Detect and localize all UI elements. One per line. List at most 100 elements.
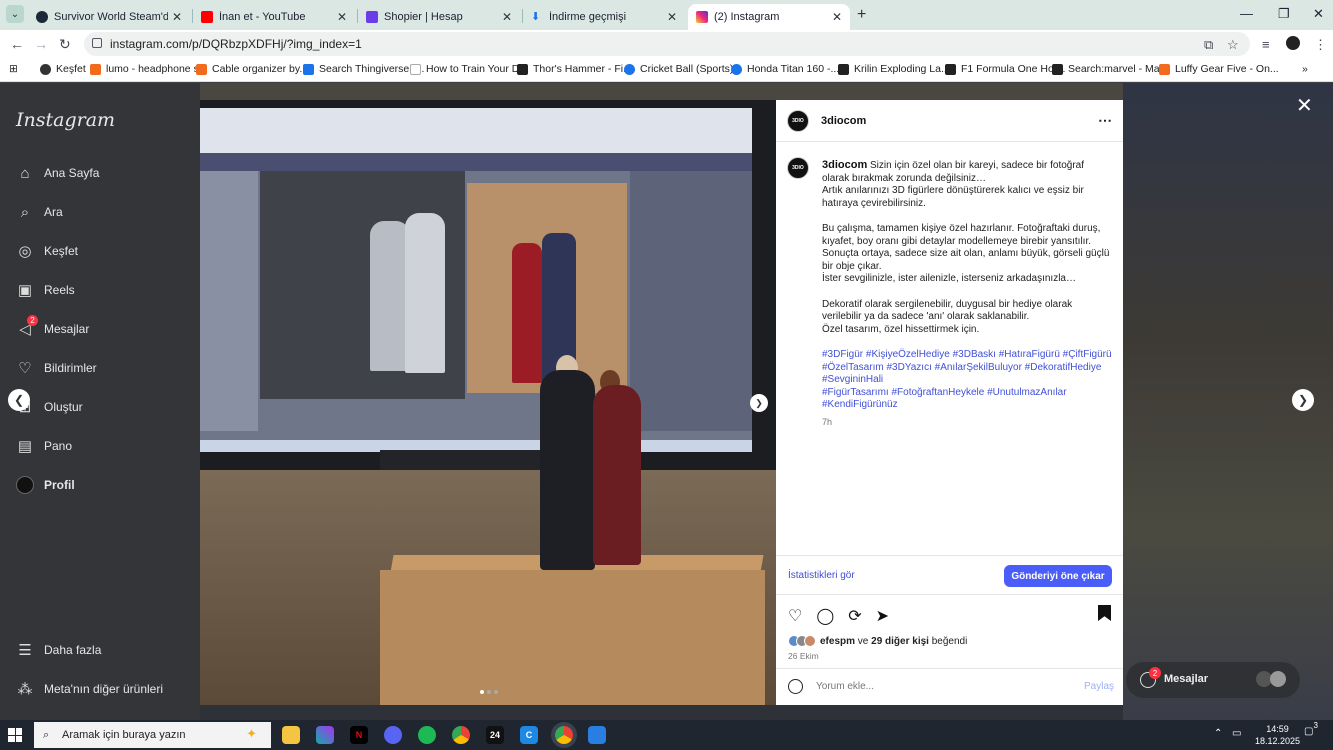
tab-youtube[interactable]: İnan et - YouTube ✕: [193, 4, 355, 30]
caption-avatar[interactable]: 3DIO: [787, 157, 809, 179]
browser-window: ⌄ Survivor World Steam'de ✕ İnan et - Yo…: [0, 0, 1333, 720]
bookmark-item[interactable]: Keşfet: [40, 63, 86, 75]
bookmarks-overflow-icon[interactable]: »: [1302, 63, 1308, 75]
save-bookmark-icon[interactable]: [1098, 605, 1111, 621]
bookmark-item[interactable]: Luffy Gear Five - On...: [1159, 63, 1279, 75]
bookmark-label: Keşfet: [56, 63, 86, 75]
tab-instagram[interactable]: (2) Instagram ✕: [688, 4, 850, 30]
site-info-icon[interactable]: [92, 38, 102, 48]
nav-reels[interactable]: ▣ Reels: [16, 281, 75, 299]
bookmark-item[interactable]: Cricket Ball (Sports)...: [624, 63, 742, 75]
like-heart-icon[interactable]: ♡: [788, 606, 802, 626]
windows-start-icon[interactable]: [8, 728, 22, 742]
close-modal-icon[interactable]: ✕: [1296, 93, 1313, 118]
emoji-icon[interactable]: [788, 679, 803, 694]
author-avatar[interactable]: 3DIO: [787, 110, 809, 132]
discord-icon[interactable]: [384, 726, 402, 744]
tab-steam[interactable]: Survivor World Steam'de ✕: [28, 4, 190, 30]
app-c-icon[interactable]: C: [520, 726, 538, 744]
tab-downloads[interactable]: ⬇ İndirme geçmişi ✕: [523, 4, 685, 30]
tab-close-icon[interactable]: ✕: [172, 10, 182, 24]
bookmark-item[interactable]: Krilin Exploding La...: [838, 63, 950, 75]
close-window-icon[interactable]: ✕: [1313, 6, 1324, 22]
messages-pill[interactable]: 2 Mesajlar: [1126, 662, 1300, 698]
caption-text: Artık anılarınızı 3D figürlere dönüştüre…: [822, 185, 1084, 209]
url-field[interactable]: instagram.com/p/DQRbzpXDFHj/?img_index=1: [84, 32, 1250, 56]
nav-meta-products[interactable]: ⁂ Meta'nın diğer ürünleri: [16, 680, 164, 698]
prev-post-icon[interactable]: ❮: [8, 389, 30, 411]
bookmark-item[interactable]: Search Thingiverse -...: [303, 63, 424, 75]
repost-icon[interactable]: ⟳: [848, 606, 861, 626]
hashtags[interactable]: #FigürTasarımı #FotoğraftanHeykele #Unut…: [822, 387, 1114, 412]
taskbar-clock[interactable]: 14:59 18.12.2025: [1255, 723, 1300, 747]
instagram-logo[interactable]: Instagram: [16, 109, 115, 131]
chrome-icon[interactable]: [452, 726, 470, 744]
bookmark-item[interactable]: lumo - headphone s...: [90, 63, 208, 75]
forward-icon[interactable]: →: [34, 36, 48, 52]
nav-messages[interactable]: ◁ 2 Mesajlar: [16, 315, 90, 338]
bookmark-item[interactable]: Honda Titan 160 -...: [731, 63, 839, 75]
hashtags[interactable]: #3DFigür #KişiyeÖzelHediye #3DBaskı #Hat…: [822, 349, 1114, 387]
share-send-icon[interactable]: ➤: [876, 606, 889, 626]
nav-explore[interactable]: ◎ Keşfet: [16, 242, 78, 260]
notifications-icon[interactable]: ▢3: [1304, 721, 1318, 737]
reload-icon[interactable]: ↻: [59, 36, 71, 53]
taskbar-search[interactable]: ⌕ Aramak için buraya yazın ✦: [34, 722, 271, 748]
apps-grid-icon[interactable]: ⊞: [9, 63, 18, 75]
more-options-icon[interactable]: ⋯: [1098, 112, 1112, 129]
bookmark-label: Luffy Gear Five - On...: [1175, 63, 1279, 75]
comment-input[interactable]: Yorum ekle...: [816, 681, 874, 692]
new-tab-icon[interactable]: +: [857, 6, 866, 24]
tab-search-dropdown[interactable]: ⌄: [6, 5, 24, 23]
copilot-icon[interactable]: [316, 726, 334, 744]
author-username[interactable]: 3diocom: [821, 115, 866, 127]
nav-profile[interactable]: Profil: [16, 476, 75, 494]
bookmark-item[interactable]: How to Train Your D...: [410, 63, 528, 75]
likes-count[interactable]: 29 diğer kişi: [871, 636, 929, 647]
nav-label: Mesajlar: [44, 322, 90, 336]
address-bar-row: ← → ↻ instagram.com/p/DQRbzpXDFHj/?img_i…: [0, 30, 1333, 58]
next-post-icon[interactable]: ❯: [1292, 389, 1314, 411]
liker-username[interactable]: efespm: [820, 636, 855, 647]
bookmark-item[interactable]: Cable organizer by...: [196, 63, 308, 75]
nav-more[interactable]: ☰ Daha fazla: [16, 641, 101, 659]
spotify-icon[interactable]: [418, 726, 436, 744]
tab-shopier[interactable]: Shopier | Hesap ✕: [358, 4, 520, 30]
nav-home[interactable]: ⌂ Ana Sayfa: [16, 164, 99, 182]
netflix-icon[interactable]: N: [350, 726, 368, 744]
reading-list-icon[interactable]: ≡: [1262, 37, 1270, 52]
nav-notifications[interactable]: ♡ Bildirimler: [16, 359, 96, 377]
back-icon[interactable]: ←: [10, 36, 24, 52]
likes-summary[interactable]: efespm ve 29 diğer kişi beğendi: [788, 635, 967, 647]
bookmark-item[interactable]: F1 Formula One Hot...: [945, 63, 1065, 75]
boost-post-button[interactable]: Gönderiyi öne çıkar: [1004, 565, 1112, 587]
chrome-active-icon[interactable]: [555, 726, 573, 744]
nav-dashboard[interactable]: ▤ Pano: [16, 437, 72, 455]
comment-icon[interactable]: ◯: [816, 606, 834, 626]
bookmark-item[interactable]: Search:marvel - Ma...: [1052, 63, 1168, 75]
news24-icon[interactable]: 24: [486, 726, 504, 744]
app-blue-icon[interactable]: [588, 726, 606, 744]
dashboard-icon: ▤: [17, 438, 33, 455]
tab-close-icon[interactable]: ✕: [337, 10, 347, 24]
restore-icon[interactable]: ❐: [1278, 6, 1290, 22]
nav-search[interactable]: ⌕ Ara: [16, 203, 63, 221]
tab-close-icon[interactable]: ✕: [667, 10, 677, 24]
minimize-icon[interactable]: —: [1240, 6, 1253, 21]
tab-close-icon[interactable]: ✕: [502, 10, 512, 24]
instagram-sidebar: Instagram ⌂ Ana Sayfa ⌕ Ara ◎ Keşfet ▣ Reels…: [0, 83, 200, 720]
bookmark-item[interactable]: Thor's Hammer - Fi...: [517, 63, 632, 75]
tab-close-icon[interactable]: ✕: [832, 10, 842, 24]
tray-chevron-icon[interactable]: ⌃: [1214, 728, 1222, 739]
post-comment-button[interactable]: Paylaş: [1084, 681, 1114, 692]
bookmark-star-icon[interactable]: ☆: [1227, 37, 1239, 53]
network-icon[interactable]: ▭: [1232, 728, 1241, 739]
profile-avatar-icon[interactable]: [1286, 36, 1300, 50]
caption-username[interactable]: 3diocom: [822, 159, 867, 171]
contact-avatar: [1270, 671, 1286, 687]
menu-kebab-icon[interactable]: ⋮: [1314, 37, 1327, 53]
cast-icon[interactable]: ⧉: [1204, 37, 1213, 53]
file-explorer-icon[interactable]: [282, 726, 300, 744]
view-insights-link[interactable]: İstatistikleri gör: [788, 570, 855, 581]
next-image-icon[interactable]: ❯: [750, 394, 768, 412]
